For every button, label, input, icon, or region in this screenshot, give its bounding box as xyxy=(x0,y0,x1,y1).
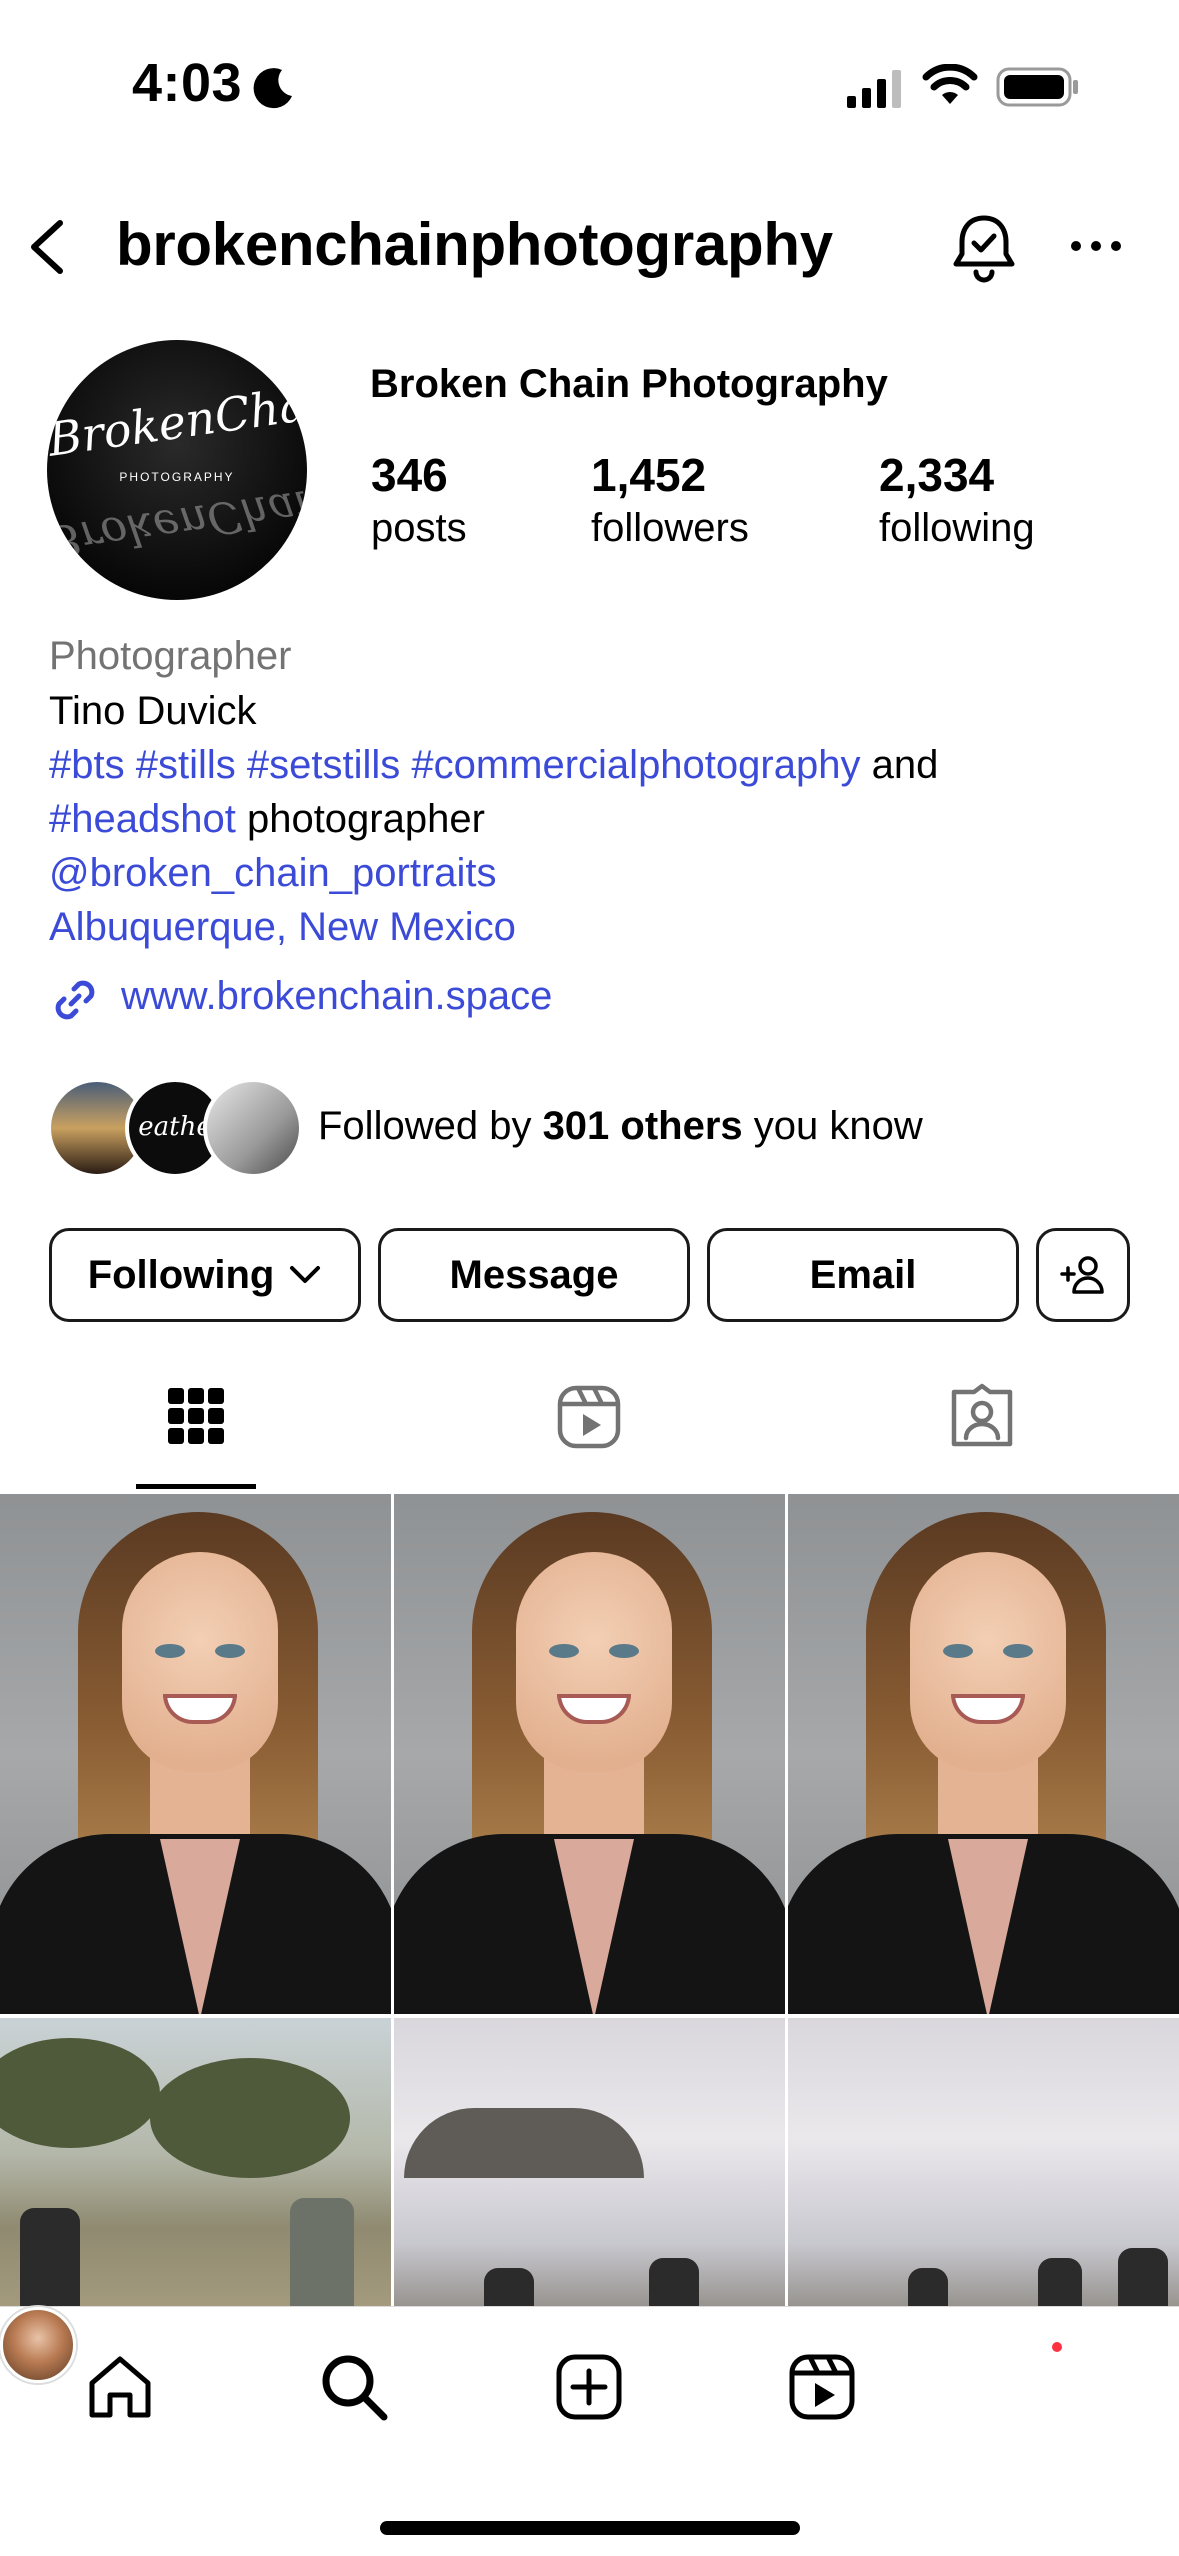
bio-headshot-tag[interactable]: #headshot xyxy=(49,797,236,841)
reels-icon xyxy=(789,2354,855,2420)
post-thumbnail[interactable] xyxy=(0,2018,391,2306)
bio-name-line: Tino Duvick xyxy=(49,689,257,733)
home-icon xyxy=(89,2356,151,2418)
email-button[interactable]: Email xyxy=(707,1228,1019,1322)
avatar-logo-reflection: BrokenChain xyxy=(47,475,307,567)
profile-tabs xyxy=(0,1380,1179,1492)
avatar-logo-text: BrokenChain xyxy=(47,370,307,467)
followed-by-suffix: you know xyxy=(742,1104,923,1148)
post-thumbnail[interactable] xyxy=(788,2018,1179,2306)
bottom-navigation xyxy=(0,2306,1179,2556)
tab-reels[interactable] xyxy=(393,1380,786,1492)
followers-stat[interactable]: 1,452 followers xyxy=(591,448,749,551)
nav-search[interactable] xyxy=(318,2351,398,2431)
posts-count: 346 xyxy=(371,449,448,501)
email-button-label: Email xyxy=(809,1252,917,1297)
message-button-label: Message xyxy=(449,1252,619,1297)
suggested-users-button[interactable] xyxy=(1036,1228,1130,1322)
post-thumbnail[interactable] xyxy=(394,2018,785,2306)
following-stat[interactable]: 2,334 following xyxy=(879,448,1035,551)
profile-avatar[interactable]: BrokenChain PHOTOGRAPHY BrokenChain xyxy=(47,340,307,600)
followed-by-row[interactable]: eathe Followed by 301 others you know xyxy=(47,1078,1147,1178)
bio-category: Photographer xyxy=(49,634,292,678)
nav-home[interactable] xyxy=(84,2351,164,2431)
grid-icon xyxy=(168,1388,224,1444)
chevron-down-icon xyxy=(290,1266,321,1283)
tagged-icon xyxy=(951,1383,1013,1447)
followed-by-text: Followed by 301 others you know xyxy=(318,1104,923,1149)
bell-check-icon[interactable] xyxy=(948,210,1020,284)
following-button-label: Following xyxy=(87,1252,275,1297)
link-icon xyxy=(55,980,95,1020)
bio-hashtags-line: #bts #stills #setstills #commercialphoto… xyxy=(49,743,1149,788)
bio-mention[interactable]: @broken_chain_portraits xyxy=(49,851,1149,896)
bio-headshot-line: #headshot photographer xyxy=(49,797,1149,842)
message-button[interactable]: Message xyxy=(378,1228,690,1322)
moon-icon xyxy=(253,68,292,109)
bio-location[interactable]: Albuquerque, New Mexico xyxy=(49,905,1149,950)
mutual-follower-avatar xyxy=(203,1078,303,1178)
create-icon xyxy=(556,2354,622,2420)
profile-header: brokenchainphotography xyxy=(0,190,1179,300)
nav-profile-avatar[interactable] xyxy=(0,2307,76,2383)
home-indicator xyxy=(380,2521,800,2535)
add-user-icon xyxy=(1060,1256,1104,1294)
bio-hashtags[interactable]: #bts #stills #setstills #commercialphoto… xyxy=(49,743,860,787)
followed-by-prefix: Followed by xyxy=(318,1104,543,1148)
avatar-logo-subtext: PHOTOGRAPHY xyxy=(119,470,235,484)
posts-stat[interactable]: 346 posts xyxy=(371,448,467,551)
post-thumbnail[interactable] xyxy=(394,1494,785,2014)
bio-photographer-text: photographer xyxy=(235,797,485,841)
reels-icon xyxy=(557,1385,621,1449)
notification-dot xyxy=(1052,2342,1062,2352)
posts-grid xyxy=(0,1494,1179,2306)
active-tab-indicator xyxy=(136,1484,256,1489)
more-horizontal-icon[interactable] xyxy=(1066,226,1126,266)
followed-by-count: 301 others xyxy=(542,1104,743,1148)
nav-create[interactable] xyxy=(553,2351,633,2431)
following-button[interactable]: Following xyxy=(49,1228,361,1322)
tab-posts-grid[interactable] xyxy=(0,1380,393,1492)
wifi-icon xyxy=(922,64,978,104)
post-thumbnail[interactable] xyxy=(788,1494,1179,2014)
nav-reels[interactable] xyxy=(786,2351,866,2431)
followers-count: 1,452 xyxy=(591,449,707,501)
tab-tagged[interactable] xyxy=(786,1380,1179,1492)
posts-label: posts xyxy=(371,506,467,550)
chevron-left-icon[interactable] xyxy=(18,215,78,279)
status-bar: 4:03 xyxy=(0,0,1179,150)
profile-username: brokenchainphotography xyxy=(116,211,833,278)
cellular-signal-icon xyxy=(847,70,901,108)
status-time: 4:03 xyxy=(132,53,243,113)
battery-icon xyxy=(996,67,1078,107)
following-count: 2,334 xyxy=(879,449,995,501)
post-thumbnail[interactable] xyxy=(0,1494,391,2014)
followers-label: followers xyxy=(591,506,749,550)
following-label: following xyxy=(879,506,1035,550)
display-name: Broken Chain Photography xyxy=(370,362,888,406)
website-link-text[interactable]: www.brokenchain.space xyxy=(121,974,552,1019)
search-icon xyxy=(322,2355,388,2421)
bio-and-text: and xyxy=(860,743,939,787)
